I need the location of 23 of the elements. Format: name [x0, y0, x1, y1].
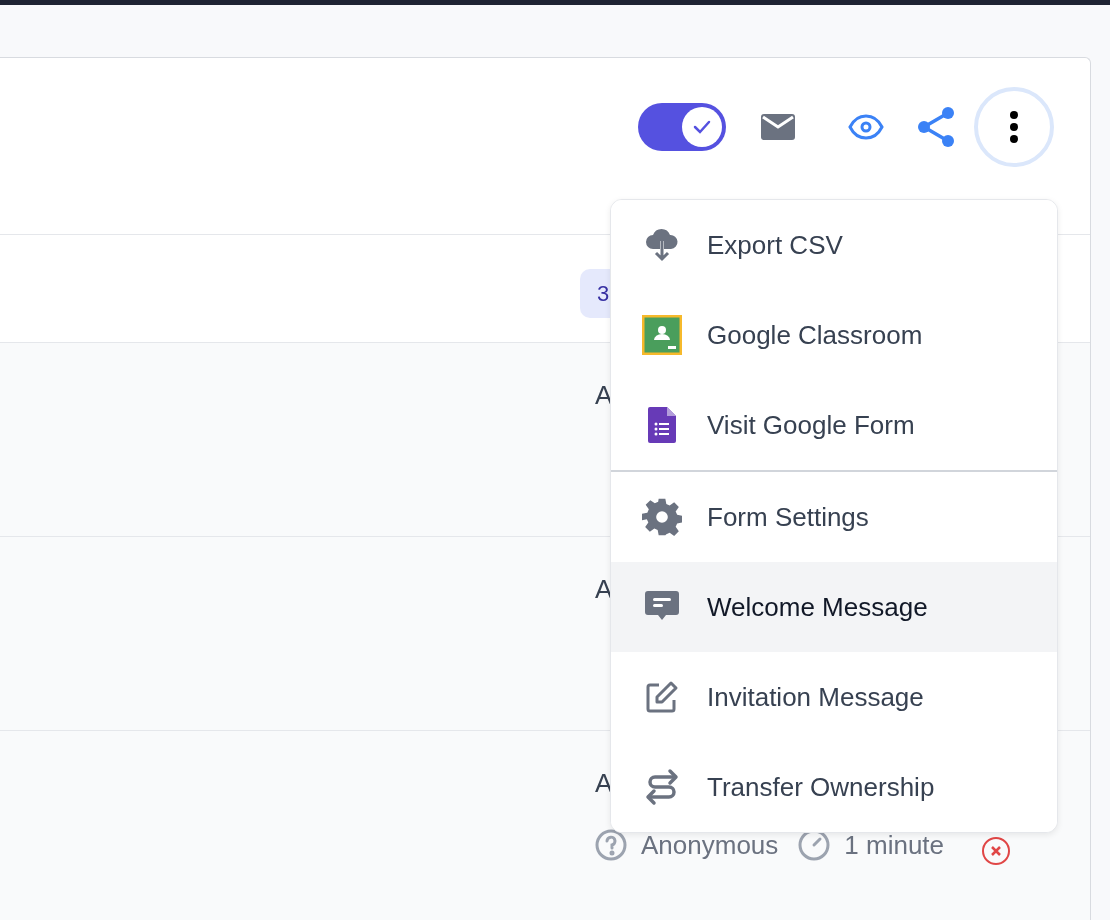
menu-item[interactable]: Visit Google Form: [611, 380, 1057, 470]
share-icon: [915, 106, 957, 148]
cloud-download-icon: [645, 227, 679, 263]
eye-icon: [848, 114, 884, 140]
more-options-button[interactable]: [974, 87, 1054, 167]
menu-item[interactable]: Google Classroom: [611, 290, 1057, 380]
question-icon: [595, 829, 627, 861]
menu-item[interactable]: Form Settings: [611, 472, 1057, 562]
menu-item[interactable]: Invitation Message: [611, 652, 1057, 742]
toggle-switch[interactable]: [638, 103, 726, 151]
mail-icon: [761, 114, 795, 140]
document-icon: [648, 407, 676, 443]
check-icon: [693, 120, 711, 134]
classroom-icon: [642, 315, 682, 355]
delete-button[interactable]: [982, 837, 1011, 865]
menu-item[interactable]: Export CSV: [611, 200, 1057, 290]
settings-icon: [642, 497, 682, 537]
more-icon: [1009, 110, 1019, 144]
transfer-icon: [645, 768, 679, 806]
menu-item[interactable]: Transfer Ownership: [611, 742, 1057, 832]
close-icon: [991, 846, 1002, 856]
menu-item[interactable]: Welcome Message: [611, 562, 1057, 652]
edit-icon: [645, 680, 679, 714]
